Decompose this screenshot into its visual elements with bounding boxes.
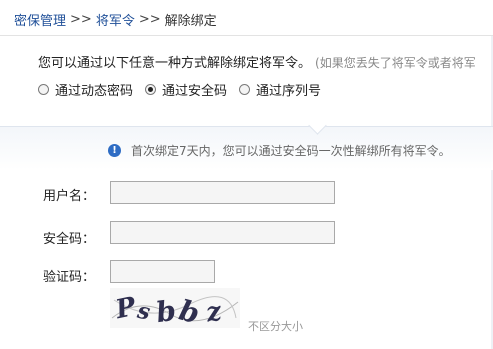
radio-button-selected[interactable] <box>145 84 157 95</box>
breadcrumb-current: 解除绑定 <box>164 13 217 29</box>
notice-text: 首次绑定7天内，您可以通过安全码一次性解绑所有将军令。 <box>131 144 451 158</box>
breadcrumb-item-token[interactable]: 将军令 <box>96 10 135 29</box>
header-divider <box>0 35 493 36</box>
security-code-input[interactable] <box>111 222 334 243</box>
radio-serial-number[interactable]: 通过序列号 <box>239 80 321 99</box>
radio-button[interactable] <box>38 84 49 95</box>
radio-label: 通过安全码 <box>162 84 228 99</box>
radio-label: 通过序列号 <box>256 84 322 99</box>
intro-hint: (如果您丢失了将军令或者将军 <box>315 56 476 70</box>
captcha-label: 验证码： <box>43 270 96 285</box>
notice-message: ! 首次绑定7天内，您可以通过安全码一次性解绑所有将军令。 <box>108 142 451 159</box>
unbind-method-group: 通过动态密码 通过安全码 通过序列号 <box>38 80 333 99</box>
breadcrumb-separator: >> <box>138 11 161 27</box>
username-label: 用户名： <box>43 189 96 204</box>
radio-dynamic-password[interactable]: 通过动态密码 <box>38 80 133 99</box>
info-icon: ! <box>108 144 121 157</box>
intro-main: 您可以通过以下任意一种方式解除绑定将军令。 <box>38 56 312 71</box>
security-code-label: 安全码： <box>43 232 96 247</box>
breadcrumb-item-security-management[interactable]: 密保管理 <box>14 10 66 29</box>
captcha-input[interactable] <box>111 261 214 282</box>
radio-security-code[interactable]: 通过安全码 <box>145 80 227 99</box>
captcha-case-hint: 不区分大小 <box>248 320 303 333</box>
username-input[interactable] <box>111 182 334 203</box>
security-code-field-wrapper <box>110 221 335 244</box>
radio-button[interactable] <box>239 84 251 95</box>
captcha-field-wrapper <box>110 260 215 283</box>
breadcrumb-separator: >> <box>70 11 92 27</box>
radio-label: 通过动态密码 <box>55 84 134 99</box>
captcha-image[interactable]: P s b b z <box>110 288 240 328</box>
breadcrumb: 密保管理 >> 将军令 >> 解除绑定 <box>14 9 217 29</box>
username-field-wrapper <box>110 181 335 204</box>
intro-text: 您可以通过以下任意一种方式解除绑定将军令。 (如果您丢失了将军令或者将军 <box>38 52 476 71</box>
